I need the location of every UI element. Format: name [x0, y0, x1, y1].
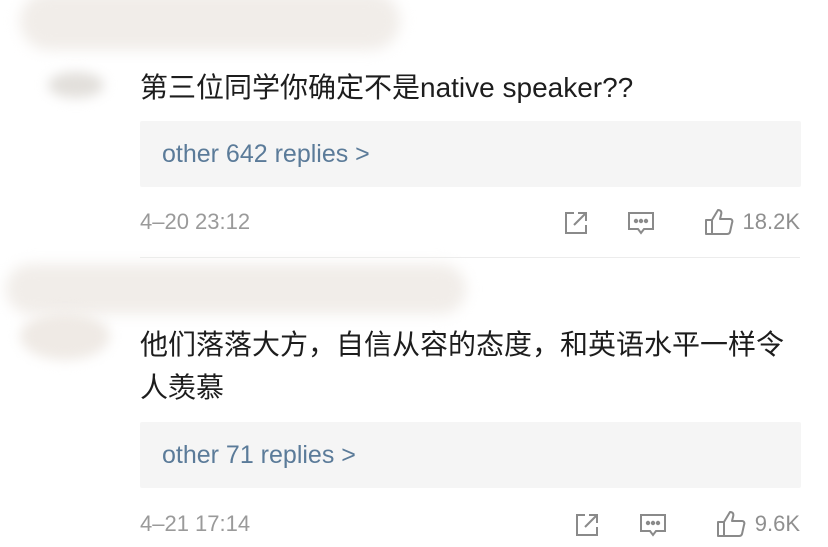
like-button[interactable]: 9.6K — [715, 504, 800, 544]
like-count: 9.6K — [754, 511, 800, 536]
view-replies-link[interactable]: other 642 replies > — [162, 121, 370, 187]
comment-item: 第三位同学你确定不是native speaker?? other 642 rep… — [0, 0, 828, 262]
comment-icon — [640, 514, 666, 537]
thumbs-up-icon — [704, 209, 733, 235]
redacted-username — [6, 264, 466, 314]
replies-box[interactable]: other 642 replies > — [140, 121, 801, 187]
share-icon — [565, 212, 587, 234]
like-count: 18.2K — [742, 209, 801, 234]
timestamp: 4–21 17:14 — [140, 511, 251, 536]
like-button[interactable]: 18.2K — [703, 202, 801, 242]
comment-divider — [140, 257, 800, 258]
redacted-username — [20, 0, 400, 50]
comment-feed: 第三位同学你确定不是native speaker?? other 642 rep… — [0, 0, 828, 547]
replies-box[interactable]: other 71 replies > — [140, 422, 801, 488]
avatar — [20, 312, 110, 360]
comment-button[interactable] — [626, 208, 656, 238]
share-icon — [576, 514, 598, 536]
thumbs-up-icon — [716, 511, 746, 537]
comment-meta: 4–20 23:12 18.2K — [140, 202, 800, 242]
share-button[interactable] — [561, 208, 591, 238]
comment-button[interactable] — [638, 510, 668, 540]
view-replies-link[interactable]: other 71 replies > — [162, 422, 356, 488]
timestamp: 4–20 23:12 — [140, 209, 251, 234]
share-button[interactable] — [572, 510, 602, 540]
comment-meta: 4–21 17:14 9.6K — [140, 504, 800, 544]
comment-text: 第三位同学你确定不是native speaker?? — [140, 72, 634, 103]
avatar — [48, 72, 104, 98]
comment-item: 他们落落大方，自信从容的态度，和英语水平一样令人羡慕 other 71 repl… — [0, 262, 828, 547]
comment-icon — [628, 212, 654, 235]
comment-text: 他们落落大方，自信从容的态度，和英语水平一样令人羡慕 — [140, 329, 785, 403]
